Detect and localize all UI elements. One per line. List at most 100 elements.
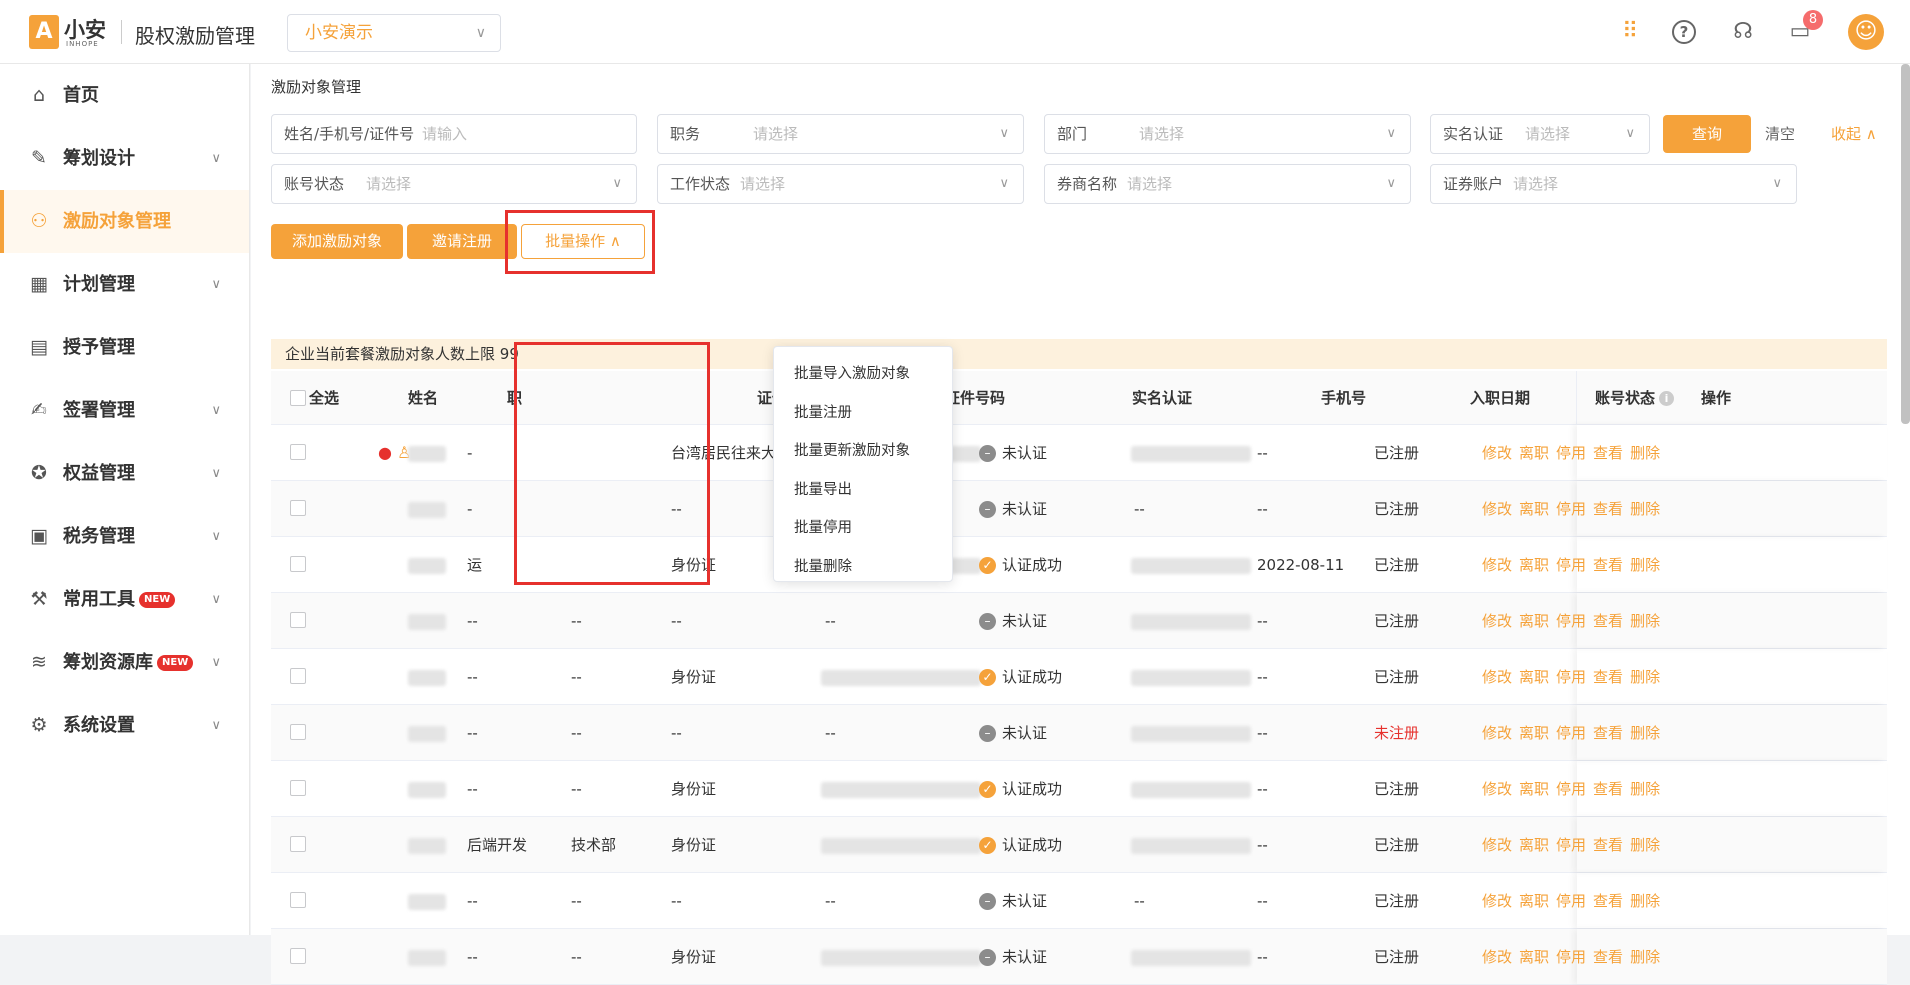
company-select[interactable]: 小安演示 ∨ (287, 14, 501, 52)
sidebar-item-8[interactable]: ⚒ 常用工具 NEW ∨ (0, 568, 249, 631)
edit-link[interactable]: 修改 (1482, 780, 1512, 798)
sidebar-item-10[interactable]: ⚙ 系统设置 ∨ (0, 694, 249, 757)
edit-link[interactable]: 修改 (1482, 836, 1512, 854)
query-button[interactable]: 查询 (1663, 115, 1751, 153)
work-status-select[interactable]: 工作状态 请选择 ∨ (657, 164, 1024, 204)
disable-link[interactable]: 停用 (1556, 892, 1586, 910)
resign-link[interactable]: 离职 (1519, 556, 1549, 574)
delete-link[interactable]: 删除 (1630, 892, 1660, 910)
delete-link[interactable]: 删除 (1630, 780, 1660, 798)
securities-account-select[interactable]: 证券账户 请选择 ∨ (1430, 164, 1797, 204)
sidebar-item-2[interactable]: ⚇ 激励对象管理 (0, 190, 249, 253)
edit-link[interactable]: 修改 (1482, 724, 1512, 742)
help-icon[interactable]: ? (1672, 20, 1696, 44)
user-avatar[interactable]: ☺ (1848, 14, 1884, 50)
delete-link[interactable]: 删除 (1630, 948, 1660, 966)
sidebar-item-6[interactable]: ✪ 权益管理 ∨ (0, 442, 249, 505)
disable-link[interactable]: 停用 (1556, 612, 1586, 630)
row-checkbox[interactable] (290, 892, 306, 908)
row-checkbox[interactable] (290, 444, 306, 460)
customer-service-icon[interactable]: ☊ (1729, 18, 1757, 46)
resign-link[interactable]: 离职 (1519, 836, 1549, 854)
resign-link[interactable]: 离职 (1519, 948, 1549, 966)
name-search-input[interactable]: 姓名/手机号/证件号 请输入 (271, 114, 637, 154)
account-status-select[interactable]: 账号状态 请选择 ∨ (271, 164, 637, 204)
view-link[interactable]: 查看 (1593, 724, 1623, 742)
row-checkbox[interactable] (290, 948, 306, 964)
row-checkbox[interactable] (290, 668, 306, 684)
disable-link[interactable]: 停用 (1556, 724, 1586, 742)
delete-link[interactable]: 删除 (1630, 556, 1660, 574)
collapse-button[interactable]: 收起 ∧ (1831, 115, 1877, 153)
dropdown-item-2[interactable]: 批量更新激励对象 (774, 432, 952, 471)
view-link[interactable]: 查看 (1593, 780, 1623, 798)
sidebar-item-3[interactable]: ▦ 计划管理 ∨ (0, 253, 249, 316)
row-checkbox[interactable] (290, 724, 306, 740)
join-date-cell: -- (1257, 836, 1268, 854)
info-icon[interactable]: i (1659, 391, 1675, 406)
delete-link[interactable]: 删除 (1630, 444, 1660, 462)
add-target-button[interactable]: 添加激励对象 (271, 224, 403, 259)
sidebar-item-1[interactable]: ✎ 筹划设计 ∨ (0, 127, 249, 190)
resign-link[interactable]: 离职 (1519, 500, 1549, 518)
broker-select[interactable]: 券商名称 请选择 ∨ (1044, 164, 1411, 204)
disable-link[interactable]: 停用 (1556, 444, 1586, 462)
resign-link[interactable]: 离职 (1519, 444, 1549, 462)
edit-link[interactable]: 修改 (1482, 444, 1512, 462)
edit-link[interactable]: 修改 (1482, 668, 1512, 686)
row-checkbox[interactable] (290, 556, 306, 572)
edit-link[interactable]: 修改 (1482, 892, 1512, 910)
dropdown-item-1[interactable]: 批量注册 (774, 394, 952, 433)
disable-link[interactable]: 停用 (1556, 780, 1586, 798)
disable-link[interactable]: 停用 (1556, 556, 1586, 574)
invite-register-button[interactable]: 邀请注册 (407, 224, 517, 259)
edit-link[interactable]: 修改 (1482, 500, 1512, 518)
sidebar-item-0[interactable]: ⌂ 首页 (0, 64, 249, 127)
resign-link[interactable]: 离职 (1519, 724, 1549, 742)
disable-link[interactable]: 停用 (1556, 668, 1586, 686)
row-checkbox[interactable] (290, 780, 306, 796)
position-select[interactable]: 职务 请选择 ∨ (657, 114, 1024, 154)
select-all-checkbox[interactable] (290, 390, 306, 406)
delete-link[interactable]: 删除 (1630, 668, 1660, 686)
sidebar-item-5[interactable]: ✍ 签署管理 ∨ (0, 379, 249, 442)
row-checkbox[interactable] (290, 836, 306, 852)
view-link[interactable]: 查看 (1593, 556, 1623, 574)
view-link[interactable]: 查看 (1593, 612, 1623, 630)
clear-button[interactable]: 清空 (1765, 115, 1795, 153)
resign-link[interactable]: 离职 (1519, 892, 1549, 910)
disable-link[interactable]: 停用 (1556, 500, 1586, 518)
view-link[interactable]: 查看 (1593, 892, 1623, 910)
view-link[interactable]: 查看 (1593, 500, 1623, 518)
view-link[interactable]: 查看 (1593, 668, 1623, 686)
resign-link[interactable]: 离职 (1519, 668, 1549, 686)
dropdown-item-3[interactable]: 批量导出 (774, 471, 952, 510)
delete-link[interactable]: 删除 (1630, 836, 1660, 854)
disable-link[interactable]: 停用 (1556, 836, 1586, 854)
row-checkbox[interactable] (290, 500, 306, 516)
edit-link[interactable]: 修改 (1482, 556, 1512, 574)
join-date-cell: -- (1257, 612, 1268, 630)
view-link[interactable]: 查看 (1593, 444, 1623, 462)
sidebar-item-9[interactable]: ≋ 筹划资源库 NEW ∨ (0, 631, 249, 694)
edit-link[interactable]: 修改 (1482, 948, 1512, 966)
department-select[interactable]: 部门 请选择 ∨ (1044, 114, 1411, 154)
delete-link[interactable]: 删除 (1630, 724, 1660, 742)
apps-grid-icon[interactable]: ⠿ (1616, 18, 1644, 46)
resign-link[interactable]: 离职 (1519, 780, 1549, 798)
realname-select[interactable]: 实名认证 请选择 ∨ (1430, 114, 1650, 154)
sidebar-item-7[interactable]: ▣ 税务管理 ∨ (0, 505, 249, 568)
dropdown-item-0[interactable]: 批量导入激励对象 (774, 355, 952, 394)
edit-link[interactable]: 修改 (1482, 612, 1512, 630)
sidebar-item-4[interactable]: ▤ 授予管理 (0, 316, 249, 379)
row-checkbox[interactable] (290, 612, 306, 628)
view-link[interactable]: 查看 (1593, 836, 1623, 854)
disable-link[interactable]: 停用 (1556, 948, 1586, 966)
dropdown-item-4[interactable]: 批量停用 (774, 509, 952, 548)
resign-link[interactable]: 离职 (1519, 612, 1549, 630)
dropdown-item-5[interactable]: 批量删除 (774, 548, 952, 587)
view-link[interactable]: 查看 (1593, 948, 1623, 966)
delete-link[interactable]: 删除 (1630, 612, 1660, 630)
page-scrollbar[interactable] (1901, 64, 1910, 424)
delete-link[interactable]: 删除 (1630, 500, 1660, 518)
